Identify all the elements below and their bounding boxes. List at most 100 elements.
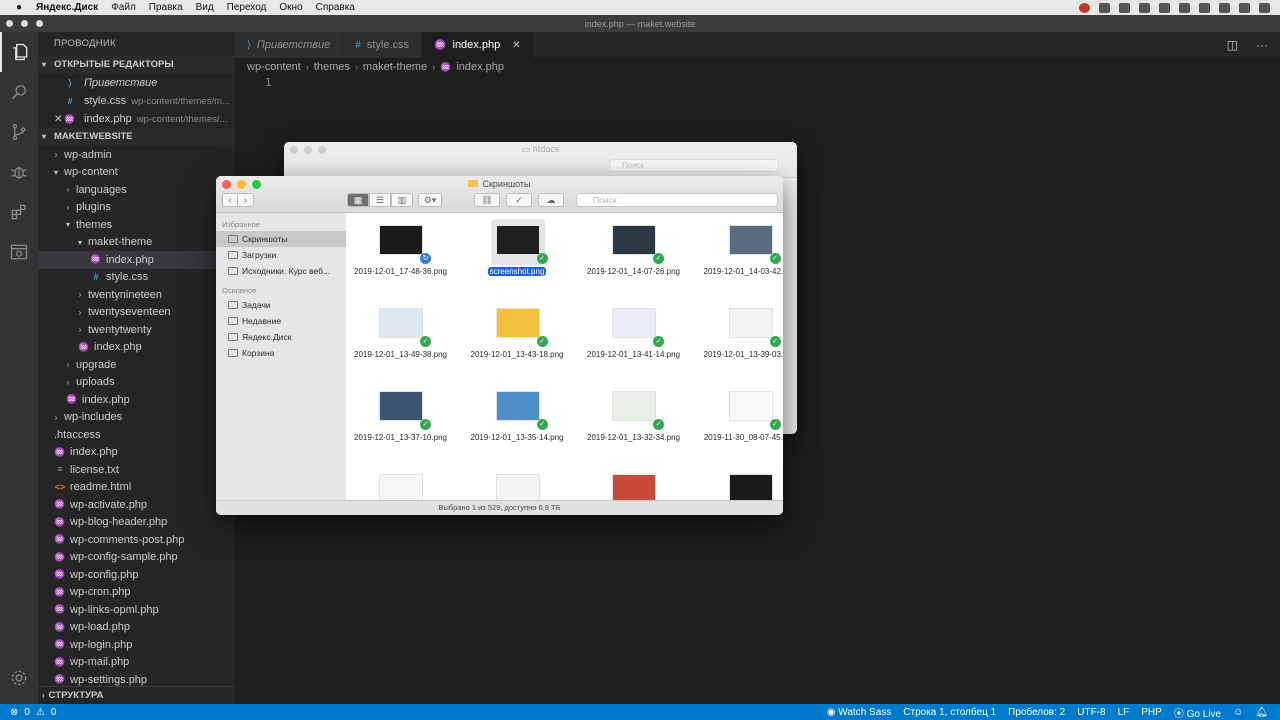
tree-item[interactable]: › plugins — [38, 199, 235, 217]
close-icon[interactable]: ✕ — [54, 114, 64, 125]
menu-go[interactable]: Переход — [227, 2, 267, 13]
search-button[interactable] — [0, 72, 38, 112]
outline-header[interactable]: › СТРУКТУРА — [38, 686, 235, 704]
file-item[interactable]: ✓ 2019-12-01_13-43-18.png — [463, 300, 572, 382]
cursor-position[interactable]: Строка 1, столбец 1 — [903, 707, 996, 718]
tree-item[interactable]: ♒ index.php — [38, 339, 235, 357]
tree-item[interactable]: ▾ themes — [38, 216, 235, 234]
tree-item[interactable]: ♒ wp-activate.php — [38, 496, 235, 514]
forward-button[interactable]: › — [238, 193, 254, 207]
yandex-disk-icon[interactable] — [1079, 2, 1090, 13]
tree-item[interactable]: ♒ wp-links-opml.php — [38, 601, 235, 619]
debug-button[interactable] — [0, 152, 38, 192]
go-live-button[interactable]: ⦿ Go Live — [1174, 705, 1221, 720]
finder-sidebar-item[interactable]: Задачи — [216, 297, 346, 313]
tree-item[interactable]: › languages — [38, 181, 235, 199]
tab-style-css[interactable]: # style.css — [343, 32, 423, 58]
cloud-button[interactable]: ☁ — [538, 193, 564, 207]
tree-item[interactable]: ♒ index.php — [38, 251, 235, 269]
column-view-button[interactable]: ▥ — [391, 193, 413, 207]
tree-item[interactable]: ♒ index.php — [38, 391, 235, 409]
open-editor-item[interactable]: # style.css wp-content/themes/m... — [38, 92, 235, 110]
tree-item[interactable]: ≡ license.txt — [38, 461, 235, 479]
more-actions-icon[interactable]: ··· — [1256, 38, 1268, 52]
tree-item[interactable]: ♒ wp-config.php — [38, 566, 235, 584]
indentation[interactable]: Пробелов: 2 — [1008, 707, 1065, 718]
tree-item[interactable]: ♒ wp-comments-post.php — [38, 531, 235, 549]
file-item[interactable]: ✓ 2019-12-01_14-07-26.png — [579, 217, 688, 299]
line-ending[interactable]: LF — [1118, 707, 1130, 718]
tree-item[interactable]: › upgrade — [38, 356, 235, 374]
file-item[interactable]: ✓ screenshot.png — [463, 217, 572, 299]
bell-icon[interactable]: 🔔︎ — [1255, 707, 1268, 718]
file-item[interactable]: ↻ 2019-12-01_17-48-36.png — [346, 217, 455, 299]
tree-item[interactable]: ♒ index.php — [38, 444, 235, 462]
tree-item[interactable]: ♒ wp-mail.php — [38, 654, 235, 672]
tab-welcome[interactable]: ⟩ Приветствие — [235, 32, 344, 58]
tree-item[interactable]: ▾ wp-content — [38, 164, 235, 182]
file-item[interactable]: ✓ 2019-12-01_13-49-38.png — [346, 300, 455, 382]
finder-sidebar-item[interactable]: Яндекс.Диск — [216, 329, 346, 345]
tree-item[interactable]: › twentyseventeen — [38, 304, 235, 322]
open-editors-header[interactable]: ▾ ОТКРЫТЫЕ РЕДАКТОРЫ — [38, 56, 235, 74]
menu-help[interactable]: Справка — [316, 2, 355, 13]
encoding[interactable]: UTF-8 — [1077, 707, 1105, 718]
file-item[interactable] — [696, 466, 784, 500]
menu-file[interactable]: Файл — [111, 2, 136, 13]
breadcrumb-item[interactable]: themes — [314, 61, 350, 73]
tree-item[interactable]: <> readme.html — [38, 479, 235, 497]
workspace-header[interactable]: ▾ MAKET.WEBSITE — [38, 128, 235, 146]
finder-sidebar-item[interactable]: Недавние — [216, 313, 346, 329]
menu-window[interactable]: Окно — [279, 2, 302, 13]
file-item[interactable]: ✓ 2019-11-30_08-07-45.png — [696, 383, 783, 465]
sliders-icon[interactable] — [1119, 2, 1130, 13]
open-editor-item[interactable]: ⟩ Приветствие — [38, 74, 235, 92]
extensions-button[interactable] — [0, 192, 38, 232]
volume-icon[interactable] — [1179, 2, 1190, 13]
explorer-button[interactable] — [0, 32, 38, 72]
icon-view-button[interactable]: ▦ — [347, 193, 369, 207]
display-icon[interactable] — [1139, 2, 1150, 13]
menu-view[interactable]: Вид — [196, 2, 214, 13]
tree-item[interactable]: ♒ wp-cron.php — [38, 584, 235, 602]
wifi-icon[interactable] — [1159, 2, 1170, 13]
file-item[interactable]: ✓ 2019-12-01_13-35-14.png — [463, 383, 572, 465]
language-mode[interactable]: PHP — [1141, 707, 1162, 718]
finder-sidebar-item[interactable]: Корзина — [216, 345, 346, 361]
file-item[interactable] — [463, 466, 572, 500]
file-item[interactable]: ✓ 2019-12-01_13-39-03.png — [696, 300, 783, 382]
tree-item[interactable]: › twentytwenty — [38, 321, 235, 339]
menu-edit[interactable]: Правка — [149, 2, 183, 13]
control-center-icon[interactable] — [1259, 2, 1270, 13]
finder-sidebar-item[interactable]: Исходники. Курс веб... — [216, 263, 346, 279]
tree-item[interactable]: ♒ wp-login.php — [38, 636, 235, 654]
tree-item[interactable]: ▾ maket-theme — [38, 234, 235, 252]
watch-sass-button[interactable]: ◉ Watch Sass — [827, 707, 892, 718]
action-menu-button[interactable]: ⚙▾ — [418, 193, 442, 207]
finder-sidebar-item[interactable]: Загрузки — [216, 247, 346, 263]
tree-item[interactable]: ♒ wp-load.php — [38, 619, 235, 637]
tree-item[interactable]: ♒ wp-blog-header.php — [38, 514, 235, 532]
problems-indicator[interactable]: ⊗ 0 ⚠ 0 — [10, 707, 56, 718]
breadcrumb-item[interactable]: wp-content — [247, 61, 301, 73]
tree-item[interactable]: ⚙.htaccess — [38, 426, 235, 444]
finder-search-input[interactable]: Поиск — [609, 159, 779, 172]
tree-item[interactable]: ♒ wp-config-sample.php — [38, 549, 235, 567]
breadcrumb-item[interactable]: maket-theme — [363, 61, 427, 73]
file-item[interactable]: ✓ 2019-12-01_13-37-10.png — [346, 383, 455, 465]
back-button[interactable]: ‹ — [222, 193, 238, 207]
file-item[interactable]: ✓ 2019-12-01_14-03-42.png — [696, 217, 783, 299]
file-item[interactable]: ✓ 2019-12-01_13-41-14.png — [579, 300, 688, 382]
input-source-icon[interactable] — [1219, 2, 1230, 13]
file-item[interactable]: ✓ 2019-12-01_13-32-34.png — [579, 383, 688, 465]
share-link-button[interactable]: ⛓ — [474, 193, 500, 207]
tab-index-php[interactable]: ♒ index.php ✕ — [422, 32, 534, 58]
menu-app-name[interactable]: Яндекс.Диск — [36, 2, 98, 13]
split-editor-icon[interactable]: ◫ — [1227, 38, 1238, 52]
tree-item[interactable]: › uploads — [38, 374, 235, 392]
feedback-icon[interactable]: ☺ — [1233, 707, 1243, 718]
text-icon[interactable] — [1099, 2, 1110, 13]
list-view-button[interactable]: ☰ — [369, 193, 391, 207]
breadcrumb-item[interactable]: index.php — [456, 61, 504, 73]
open-editor-item[interactable]: ✕ ♒ index.php wp-content/themes/... — [38, 110, 235, 128]
